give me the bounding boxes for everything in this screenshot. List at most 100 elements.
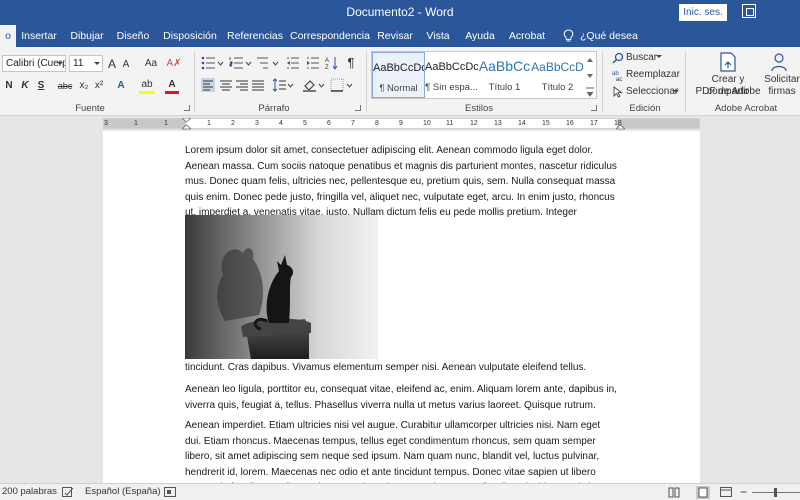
style-sin-espaciado[interactable]: AaBbCcDc ¶ Sin espa...: [425, 52, 478, 98]
justify-icon[interactable]: [251, 78, 265, 92]
decrease-indent-icon[interactable]: [286, 56, 300, 70]
tab-inicio[interactable]: o: [0, 25, 16, 47]
strikethrough-button[interactable]: abc: [56, 78, 74, 94]
styles-scroll[interactable]: [584, 52, 596, 100]
horizontal-ruler[interactable]: 3 1 1 1 2 3 4 5 6 7 8 9 10 11 12 13 14 1…: [0, 116, 800, 131]
tab-dibujar[interactable]: Dibujar: [67, 25, 107, 47]
find-button[interactable]: Buscar: [626, 50, 657, 66]
grow-font-button[interactable]: A: [106, 56, 118, 72]
shading-icon[interactable]: [302, 78, 326, 92]
lightbulb-icon: [563, 29, 574, 42]
font-dialog-launcher-icon[interactable]: [184, 105, 190, 111]
read-mode-icon[interactable]: [668, 487, 680, 498]
line-spacing-icon[interactable]: [272, 78, 294, 92]
bullets-icon[interactable]: [201, 56, 225, 70]
italic-button[interactable]: K: [20, 78, 30, 94]
style-titulo-2[interactable]: AaBbCcD Título 2: [531, 52, 584, 98]
ruler-label: 2: [231, 120, 235, 127]
align-left-icon[interactable]: [201, 78, 215, 92]
borders-icon[interactable]: [330, 78, 354, 92]
select-button[interactable]: Seleccionar: [626, 84, 678, 100]
style-sample: AaBbCcD: [531, 60, 584, 74]
tab-vista[interactable]: Vista: [421, 25, 455, 47]
request-signatures-button[interactable]: Solicitar firmas: [764, 50, 800, 102]
group-label-estilos: Estilos: [465, 103, 493, 114]
style-sample: AaBbCcDc: [373, 62, 424, 74]
superscript-button[interactable]: x²: [93, 78, 105, 94]
print-layout-icon[interactable]: [696, 486, 710, 499]
cat-photo[interactable]: [185, 215, 378, 359]
chevron-down-icon[interactable]: [656, 55, 662, 59]
tab-insertar[interactable]: Insertar: [17, 25, 61, 47]
change-case-button[interactable]: Aa: [140, 56, 162, 72]
language-indicator[interactable]: Español (España): [85, 486, 161, 497]
sign-in-button[interactable]: Inic. ses.: [679, 4, 727, 21]
clear-formatting-icon[interactable]: A✗: [166, 56, 182, 72]
tab-correspondencia[interactable]: Correspondencia: [290, 25, 370, 47]
underline-button[interactable]: S: [36, 78, 46, 94]
macro-icon[interactable]: [164, 487, 176, 498]
web-layout-icon[interactable]: [720, 487, 732, 498]
ruler-label: 7: [351, 120, 355, 127]
multilevel-list-icon[interactable]: [256, 56, 280, 70]
title-bar: Documento2 - Word Inic. ses.: [0, 0, 800, 25]
tab-disposicion[interactable]: Disposición: [160, 25, 220, 47]
align-center-icon[interactable]: [219, 78, 233, 92]
sort-icon[interactable]: AZ: [325, 56, 339, 70]
zoom-out-icon[interactable]: −: [740, 486, 747, 498]
indent-marker-icon[interactable]: [182, 118, 191, 130]
chevron-down-icon: [57, 62, 63, 65]
numbering-icon[interactable]: [229, 56, 253, 70]
paragraph-1[interactable]: Lorem ipsum dolor sit amet, consectetuer…: [185, 143, 619, 221]
right-indent-marker-icon[interactable]: [616, 118, 625, 130]
subscript-button[interactable]: x₂: [78, 78, 90, 94]
paragraph-2[interactable]: Aenean leo ligula, porttitor eu, consequ…: [185, 382, 619, 413]
font-color-button[interactable]: A: [165, 78, 179, 94]
zoom-slider-thumb[interactable]: [774, 488, 777, 497]
document-page[interactable]: Lorem ipsum dolor sit amet, consectetuer…: [103, 131, 700, 483]
group-label-parrafo: Párrafo: [258, 103, 290, 114]
tab-referencias[interactable]: Referencias: [225, 25, 285, 47]
tell-me-search[interactable]: ¿Qué desea hacer?: [580, 25, 660, 64]
paragraph-3[interactable]: Aenean imperdiet. Etiam ultricies nisi v…: [185, 418, 619, 483]
ruler-label: 9: [399, 120, 403, 127]
replace-button[interactable]: Reemplazar: [626, 67, 680, 83]
ruler-right-margin: [617, 119, 699, 128]
ruler-label: 14: [518, 120, 526, 127]
ruler-label: 3: [255, 120, 259, 127]
ruler-label: 1: [134, 120, 138, 127]
styles-dialog-launcher-icon[interactable]: [591, 105, 597, 111]
proofing-icon[interactable]: [62, 487, 74, 498]
style-normal[interactable]: AaBbCcDc ¶ Normal: [372, 52, 425, 98]
create-share-pdf-button[interactable]: Crear y compartir PDF de Adobe: [692, 50, 764, 102]
group-label-edicion: Edición: [629, 103, 661, 114]
paragraph-dialog-launcher-icon[interactable]: [355, 105, 361, 111]
ruler-label: 15: [542, 120, 550, 127]
svg-text:A: A: [325, 58, 329, 64]
increase-indent-icon[interactable]: [306, 56, 320, 70]
ruler-track: 3 1 1 1 2 3 4 5 6 7 8 9 10 11 12 13 14 1…: [103, 118, 700, 130]
style-name: ¶ Sin espa...: [425, 82, 478, 93]
tab-revisar[interactable]: Revisar: [374, 25, 416, 47]
ribbon-display-options-icon[interactable]: [742, 4, 756, 18]
group-separator: [366, 51, 367, 113]
paragraph-1-continued[interactable]: tincidunt. Cras dapibus. Vivamus element…: [185, 360, 619, 376]
tab-acrobat[interactable]: Acrobat: [505, 25, 549, 47]
style-titulo-1[interactable]: AaBbCc Título 1: [478, 52, 531, 98]
chevron-down-icon[interactable]: [673, 90, 679, 94]
tab-diseno[interactable]: Diseño: [113, 25, 153, 47]
word-count[interactable]: 200 palabras: [2, 486, 57, 497]
pdf-share-icon: [720, 52, 736, 72]
align-right-icon[interactable]: [235, 78, 249, 92]
show-formatting-marks-button[interactable]: ¶: [345, 55, 357, 71]
font-size-combo[interactable]: 11: [69, 55, 103, 72]
shrink-font-button[interactable]: A: [120, 57, 132, 73]
signature-icon: [771, 53, 787, 72]
tab-ayuda[interactable]: Ayuda: [461, 25, 499, 47]
ruler-label: 16: [566, 120, 574, 127]
highlight-button[interactable]: ab: [139, 78, 155, 94]
font-name-combo[interactable]: Calibri (Cuerpo: [2, 55, 66, 72]
style-sample: AaBbCc: [478, 58, 531, 74]
text-effects-button[interactable]: A: [114, 78, 128, 94]
bold-button[interactable]: N: [4, 78, 14, 94]
